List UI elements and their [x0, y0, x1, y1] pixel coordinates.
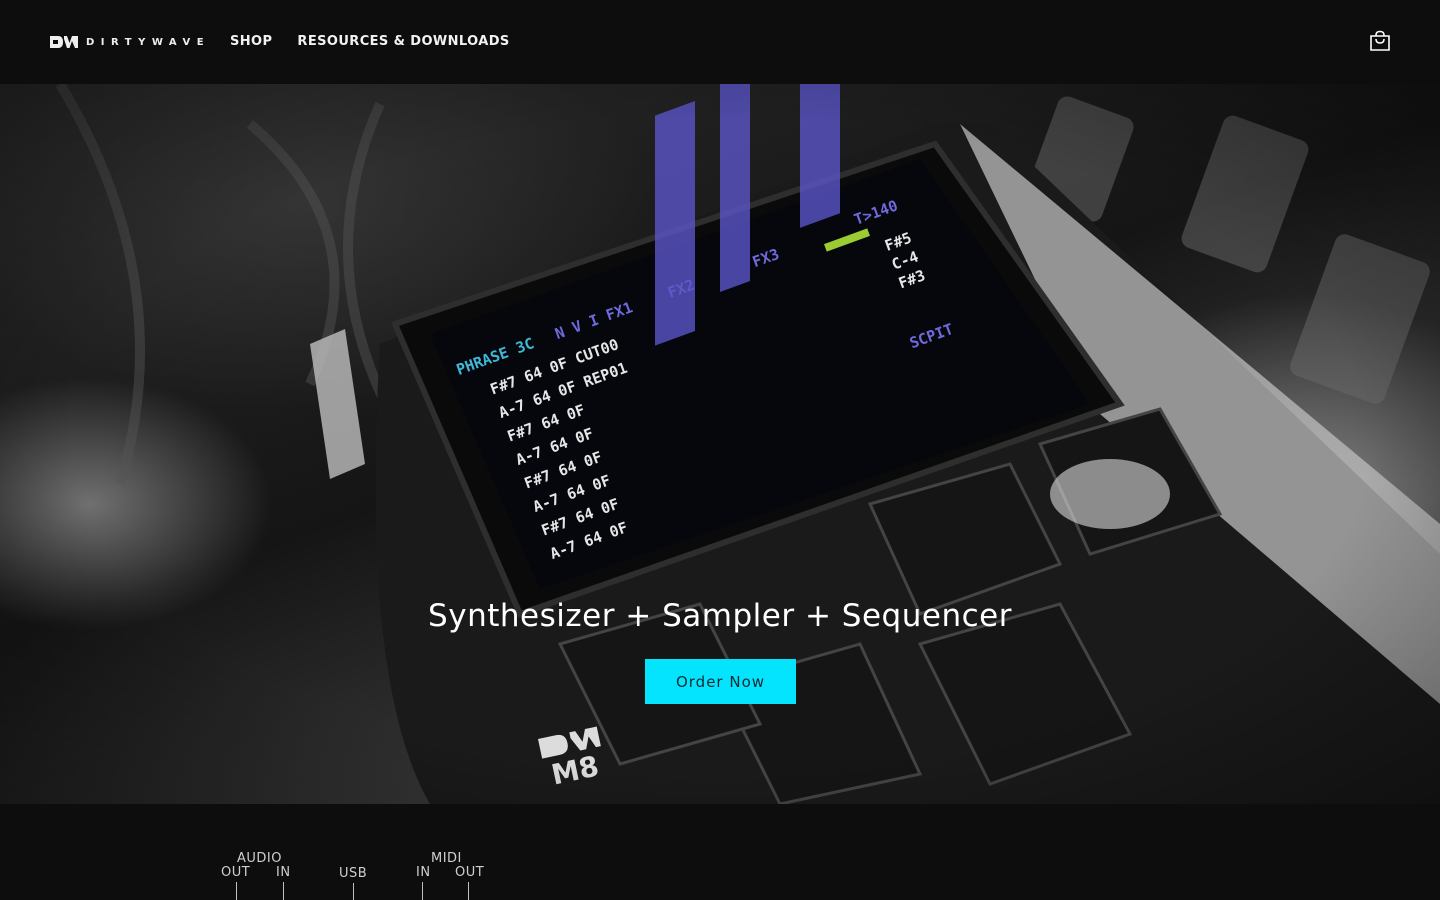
nav-item-resources-downloads[interactable]: RESOURCES & DOWNLOADS [297, 34, 509, 49]
main-nav: SHOP RESOURCES & DOWNLOADS [230, 34, 510, 49]
audio-in-label: IN [276, 865, 291, 880]
midi-in-line [422, 882, 423, 900]
usb-label: USB [339, 866, 368, 881]
nav-item-shop[interactable]: SHOP [230, 34, 272, 49]
midi-label: MIDI [431, 851, 462, 866]
ports-diagram: AUDIO OUT IN USB MIDI IN OUT [0, 804, 1440, 900]
brand-logo[interactable]: DIRTYWAVE [50, 36, 210, 48]
midi-in-label: IN [416, 865, 431, 880]
midi-out-line [468, 882, 469, 900]
usb-line [353, 883, 354, 900]
order-now-button[interactable]: Order Now [645, 659, 796, 704]
site-header: DIRTYWAVE SHOP RESOURCES & DOWNLOADS [0, 0, 1440, 84]
audio-in-line [283, 882, 284, 900]
audio-label: AUDIO [237, 851, 282, 866]
shopping-bag-icon[interactable] [1368, 29, 1392, 53]
audio-out-label: OUT [221, 865, 251, 880]
brand-name: DIRTYWAVE [86, 36, 211, 48]
midi-out-label: OUT [455, 865, 485, 880]
hero-banner: PHRASE 3C N V I FX1 FX2 FX3 F#7 64 0F CU… [0, 84, 1440, 804]
dirtywave-logo-icon [50, 36, 78, 48]
hero-title: Synthesizer + Sampler + Sequencer [428, 598, 1012, 634]
audio-out-line [236, 882, 237, 900]
